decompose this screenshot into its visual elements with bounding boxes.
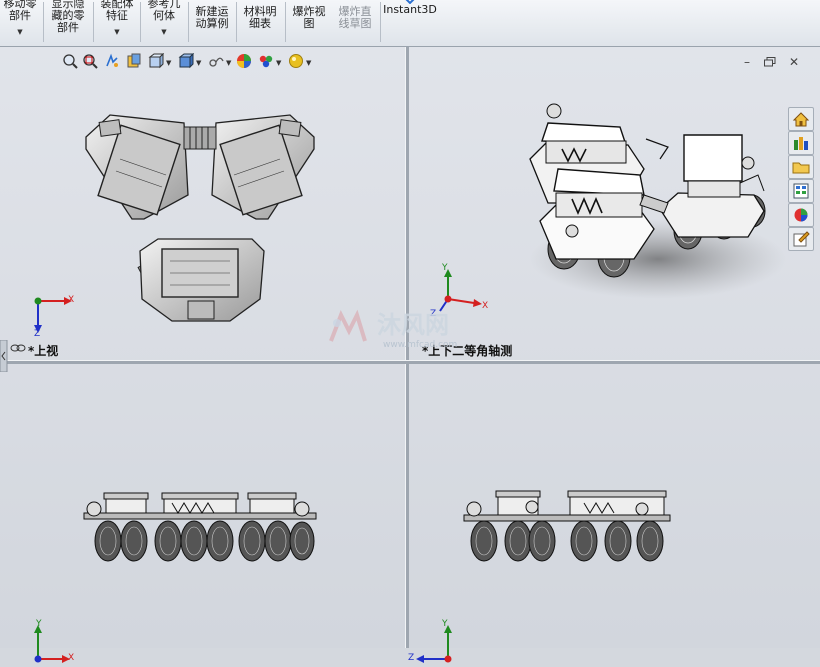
assembly-features-button[interactable]: 装配体 特征 ▼	[96, 0, 138, 44]
explode-line-sketch-button[interactable]: 爆炸直 线草图	[333, 0, 377, 44]
triad-y-label: Y	[36, 619, 42, 629]
triad-x-label: X	[68, 653, 75, 663]
reference-geometry-button[interactable]: 参考几 何体 ▼	[143, 0, 185, 44]
coordinate-triad	[416, 625, 452, 663]
model-top-view	[85, 114, 315, 322]
ribbon-separator	[140, 2, 141, 42]
link-views-icon[interactable]	[10, 343, 26, 353]
chevron-down-icon[interactable]: ▼	[143, 28, 185, 37]
instant3d-label: Instant3D	[383, 3, 437, 16]
ribbon-separator	[93, 2, 94, 42]
triad-z-label: Z	[408, 653, 415, 663]
exploded-view-button[interactable]: 爆炸视 图	[288, 0, 330, 44]
instant3d-button[interactable]: Instant3D	[383, 0, 437, 44]
reference-geometry-label-2: 何体	[153, 9, 175, 22]
model-side-view	[463, 490, 671, 562]
show-hidden-label-3: 部件	[57, 21, 79, 34]
ribbon-separator	[380, 2, 381, 42]
explode-line-sketch-label-2: 线草图	[338, 17, 372, 30]
command-manager-ribbon: 移动零 部件 ▼ 显示隐 藏的零 部件 装配体 特征 ▼ 参考几 何体 ▼ 新建…	[0, 0, 820, 47]
new-motion-study-button[interactable]: 新建运 动算例	[191, 0, 233, 44]
assembly-features-label-2: 特征	[106, 9, 128, 22]
triad-x-label: X	[68, 295, 75, 305]
bill-of-materials-button[interactable]: 材料明 细表	[239, 0, 281, 44]
ribbon-separator	[188, 2, 189, 42]
ribbon-separator	[43, 2, 44, 42]
graphics-area[interactable]: ▼ ▼ ▼ ▼ ▼ – ✕ X Z *上视 Y X Z *上下二等角轴测 沐风网…	[0, 47, 820, 663]
viewport-bottom-left[interactable]: Y X	[0, 363, 405, 663]
triad-y-label: Y	[442, 619, 448, 629]
bill-of-materials-label-2: 细表	[249, 17, 271, 30]
ribbon-separator	[236, 2, 237, 42]
model-isometric-view	[529, 103, 786, 299]
move-component-label-2: 部件	[9, 9, 31, 22]
new-motion-study-label-2: 动算例	[195, 17, 229, 30]
viewport-name-top: *上视	[28, 344, 59, 358]
chevron-down-icon[interactable]: ▼	[0, 28, 40, 37]
triad-y-label: Y	[442, 263, 448, 273]
model-front-view	[83, 492, 317, 562]
chevron-down-icon[interactable]: ▼	[96, 28, 138, 37]
exploded-view-label-2: 图	[303, 17, 315, 30]
viewport-bottom-right[interactable]: Y Z	[408, 363, 820, 663]
triad-z-label: Z	[34, 329, 41, 339]
mfcad-logo-watermark: 沐风网 www.mfcad.com	[329, 309, 457, 350]
show-hidden-components-button[interactable]: 显示隐 藏的零 部件	[46, 0, 90, 44]
svg-text:沐风网: 沐风网	[377, 311, 449, 339]
ribbon-separator	[285, 2, 286, 42]
svg-text:www.mfcad.com: www.mfcad.com	[383, 340, 457, 350]
move-component-button[interactable]: 移动零 部件 ▼	[0, 0, 40, 44]
